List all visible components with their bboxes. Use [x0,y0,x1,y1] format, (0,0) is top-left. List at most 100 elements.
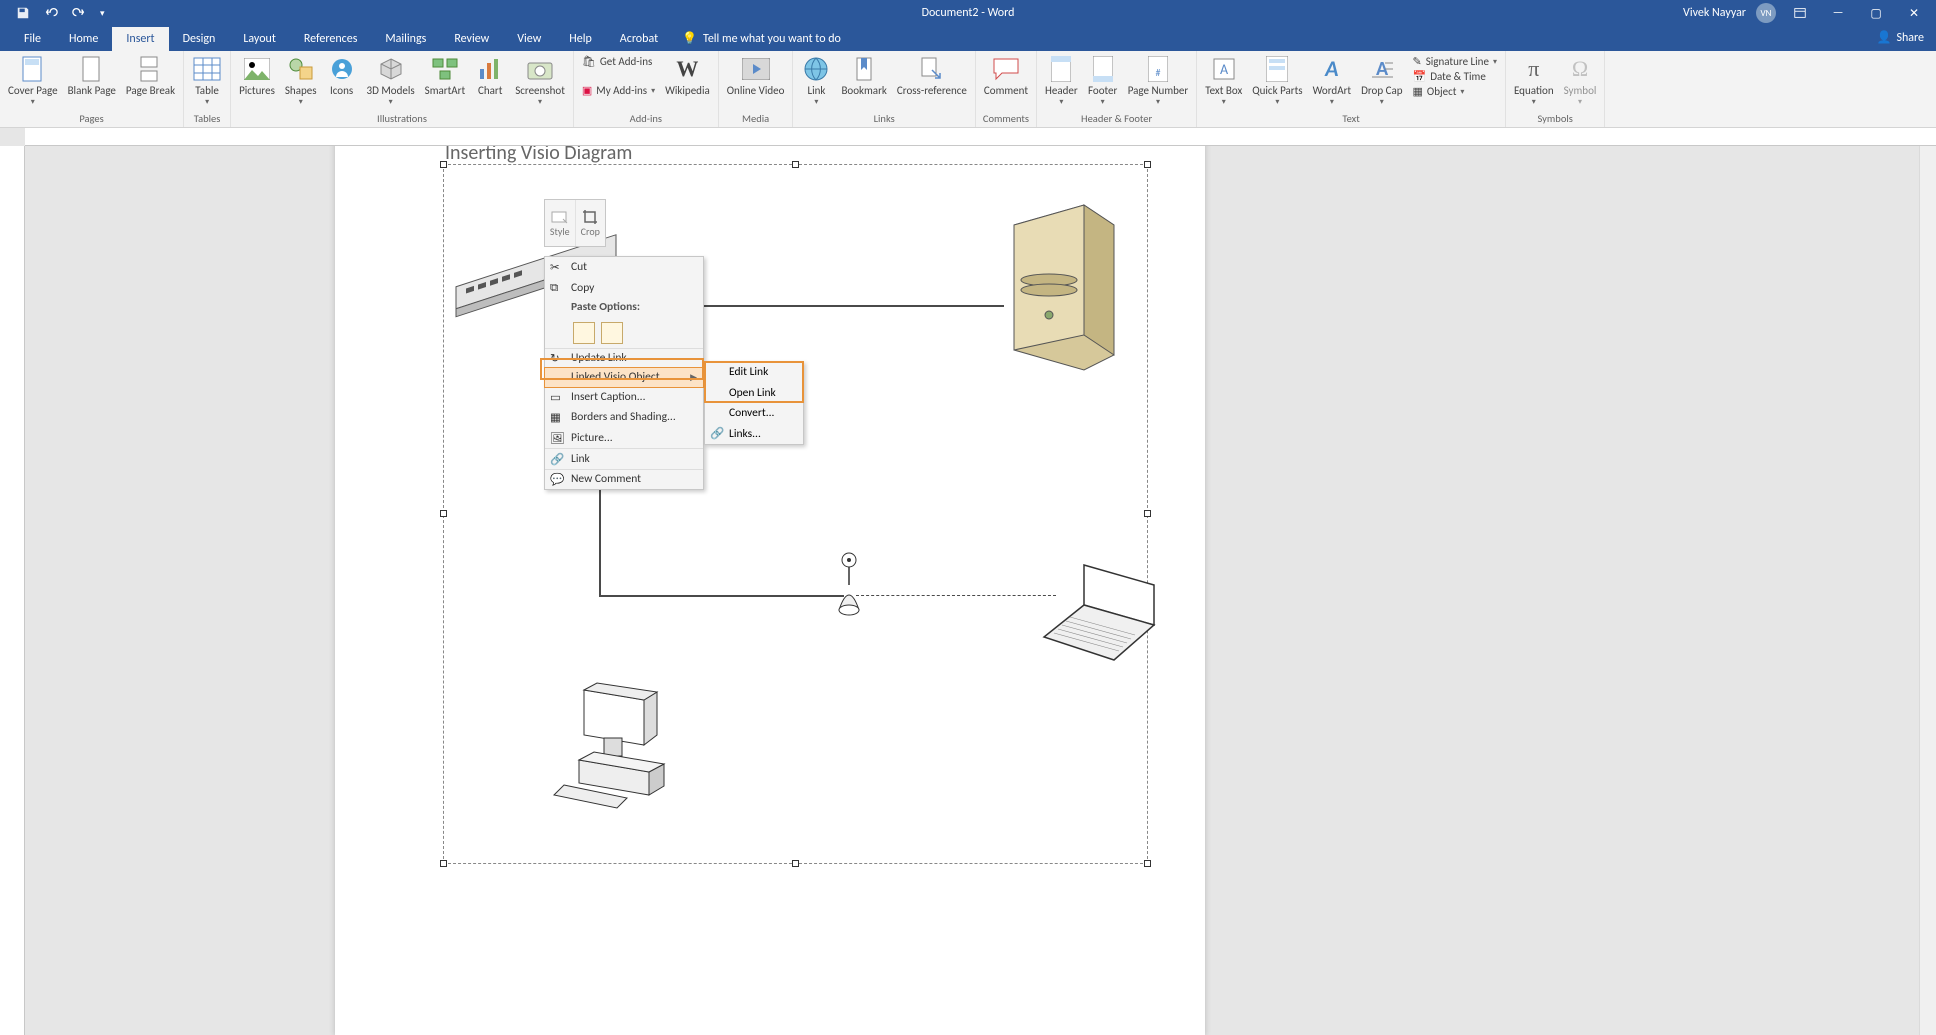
tab-acrobat[interactable]: Acrobat [606,27,672,51]
undo-icon[interactable] [44,6,58,20]
tab-references[interactable]: References [290,27,372,51]
signature-label: Signature Line [1426,55,1489,68]
tab-help[interactable]: Help [555,27,606,51]
chart-button[interactable]: Chart [471,53,509,100]
page-number-button[interactable]: #Page Number▾ [1124,53,1193,109]
ctx-update-link[interactable]: ↻Update Link [545,348,703,369]
save-icon[interactable] [16,6,30,20]
smartart-button[interactable]: SmartArt [421,53,470,100]
sub-open-label: Open Link [729,386,776,400]
equation-button[interactable]: πEquation▾ [1510,53,1558,109]
tab-review[interactable]: Review [440,27,503,51]
resize-handle-nw[interactable] [440,161,447,168]
ctx-insert-caption[interactable]: ▭Insert Caption... [545,387,703,408]
cover-page-button[interactable]: Cover Page▾ [4,53,62,109]
resize-handle-se[interactable] [1144,860,1151,867]
redo-icon[interactable] [72,6,86,20]
borders-icon: ▦ [550,410,564,424]
link-button[interactable]: Link▾ [797,53,835,109]
group-pages-label: Pages [4,112,179,127]
resize-handle-e[interactable] [1144,510,1151,517]
ctx-picture[interactable]: 🖼Picture... [545,428,703,449]
share-button[interactable]: 👤 Share [1876,30,1924,45]
ctx-copy[interactable]: ⧉Copy [545,278,703,299]
resize-handle-w[interactable] [440,510,447,517]
tab-home[interactable]: Home [55,27,112,51]
ctx-borders-shading[interactable]: ▦Borders and Shading... [545,407,703,428]
object-button[interactable]: ▦Object▾ [1413,85,1497,98]
ctx-caption-label: Insert Caption... [571,390,645,404]
textbox-label: Text Box [1205,85,1242,98]
page-break-button[interactable]: Page Break [122,53,179,100]
symbol-button[interactable]: ΩSymbol▾ [1560,53,1601,109]
signature-line-button[interactable]: ✎Signature Line▾ [1413,55,1497,68]
tab-insert[interactable]: Insert [112,27,168,51]
maximize-icon[interactable]: ▢ [1862,0,1890,26]
tell-me[interactable]: 💡 Tell me what you want to do [672,26,851,51]
paste-option-2[interactable] [601,322,623,344]
my-addins-button[interactable]: ▣My Add-ins▾ [582,84,655,97]
tab-mailings[interactable]: Mailings [371,27,440,51]
close-icon[interactable]: ✕ [1900,0,1928,26]
textbox-button[interactable]: AText Box▾ [1201,53,1246,109]
sub-links[interactable]: 🔗Links... [705,424,803,445]
3d-models-button[interactable]: 3D Models▾ [363,53,419,109]
tab-design[interactable]: Design [169,27,230,51]
pictures-button[interactable]: Pictures [235,53,279,100]
ruler-vertical[interactable] [0,146,25,1035]
ctx-new-comment[interactable]: 💬New Comment [545,469,703,490]
avatar[interactable]: VN [1756,3,1776,23]
quick-parts-button[interactable]: Quick Parts▾ [1248,53,1306,109]
online-video-button[interactable]: Online Video [723,53,789,100]
get-addins-button[interactable]: 🛍Get Add-ins [582,55,655,68]
laptop-icon [1034,555,1164,665]
icons-button[interactable]: Icons [323,53,361,100]
tab-layout[interactable]: Layout [229,27,290,51]
document-area[interactable]: Inserting Visio Diagram [25,146,1936,1035]
resize-handle-sw[interactable] [440,860,447,867]
desktop-icon [549,680,679,810]
group-links-label: Links [797,112,970,127]
tab-view[interactable]: View [503,27,555,51]
group-addins: 🛍Get Add-ins ▣My Add-ins▾ WWikipedia Add… [574,51,719,127]
resize-handle-n[interactable] [792,161,799,168]
minimize-icon[interactable]: — [1824,0,1852,26]
picture-icon: 🖼 [550,431,564,445]
sub-convert[interactable]: Convert... [705,403,803,424]
comment-button[interactable]: Comment [980,53,1032,100]
ctx-linked-visio-object[interactable]: Linked Visio Object▶ [544,367,704,388]
bookmark-button[interactable]: Bookmark [837,53,890,100]
mini-style-button[interactable]: Style [545,200,576,246]
resize-handle-ne[interactable] [1144,161,1151,168]
resize-handle-s[interactable] [792,860,799,867]
cut-icon: ✂ [550,260,564,274]
header-button[interactable]: Header▾ [1041,53,1082,109]
cross-reference-button[interactable]: Cross-reference [893,53,971,100]
wikipedia-button[interactable]: WWikipedia [661,53,714,100]
drop-cap-button[interactable]: ADrop Cap▾ [1357,53,1406,109]
tab-file[interactable]: File [10,27,55,51]
mini-crop-button[interactable]: Crop [576,200,606,246]
blank-page-button[interactable]: Blank Page [64,53,120,100]
qat-dropdown-icon[interactable]: ▾ [100,8,105,19]
sub-edit-link[interactable]: Edit Link [705,362,803,383]
ctx-paste-label: Paste Options: [545,298,703,319]
user-name[interactable]: Vivek Nayyar [1683,6,1746,20]
ruler-horizontal[interactable] [25,128,1936,146]
online-video-label: Online Video [727,85,785,98]
date-time-button[interactable]: 📅Date & Time [1413,70,1497,83]
signature-icon: ✎ [1413,55,1422,68]
table-button[interactable]: Table▾ [188,53,226,109]
sub-open-link[interactable]: Open Link [705,383,803,404]
ribbon-options-icon[interactable] [1786,0,1814,26]
group-symbols: πEquation▾ ΩSymbol▾ Symbols [1506,51,1605,127]
ctx-cut[interactable]: ✂Cut [545,257,703,278]
shapes-button[interactable]: Shapes▾ [281,53,321,109]
footer-button[interactable]: Footer▾ [1084,53,1122,109]
scrollbar-vertical[interactable] [1919,146,1936,1035]
screenshot-button[interactable]: Screenshot▾ [511,53,569,109]
paste-option-1[interactable] [573,322,595,344]
equation-label: Equation [1514,85,1554,98]
wordart-button[interactable]: AWordArt▾ [1309,53,1355,109]
ctx-link[interactable]: 🔗Link [545,448,703,469]
